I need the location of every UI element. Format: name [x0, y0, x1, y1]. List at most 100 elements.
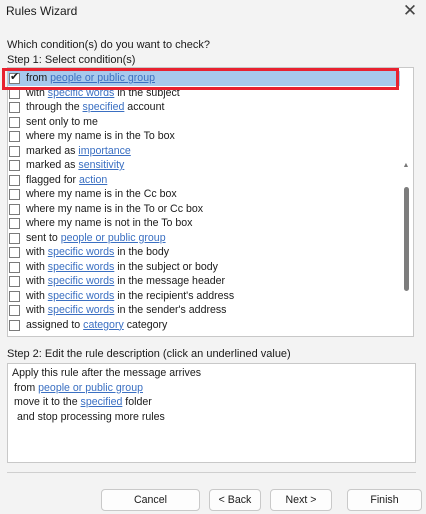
condition-value-link[interactable]: importance — [78, 145, 130, 157]
condition-row[interactable]: with specific words in the body — [8, 245, 400, 260]
condition-value-link[interactable]: specific words — [48, 261, 115, 273]
condition-value-link[interactable]: specified — [83, 101, 125, 113]
condition-text: and stop processing more rules — [17, 410, 165, 423]
condition-label: with specific words in the message heade… — [26, 274, 225, 289]
scrollbar-thumb[interactable] — [404, 187, 409, 291]
cancel-button[interactable]: Cancel — [101, 489, 200, 511]
condition-label: with specific words in the recipient's a… — [26, 289, 234, 304]
finish-button[interactable]: Finish — [347, 489, 422, 511]
condition-row[interactable]: with specific words in the recipient's a… — [8, 289, 400, 304]
condition-checkbox[interactable] — [9, 203, 20, 215]
condition-text: folder — [122, 396, 152, 408]
condition-value-link[interactable]: specific words — [48, 304, 115, 316]
condition-row[interactable]: sent only to me — [8, 115, 400, 130]
condition-label: marked as sensitivity — [26, 158, 124, 173]
condition-text: Apply this rule after the message arrive… — [12, 367, 202, 379]
condition-row[interactable]: where my name is in the To box — [8, 129, 400, 144]
condition-checkbox[interactable] — [9, 116, 20, 128]
condition-label: flagged for action — [26, 173, 107, 188]
condition-row[interactable]: assigned to category category — [8, 318, 400, 333]
condition-text: sent to — [26, 231, 61, 244]
scroll-up-arrow-icon[interactable]: ▲ — [401, 161, 411, 171]
condition-value-link[interactable]: specific words — [48, 275, 115, 287]
conditions-list[interactable]: assigned to category category with specif… — [7, 67, 414, 337]
condition-value-link[interactable]: people or public group — [61, 232, 166, 244]
back-button[interactable]: < Back — [209, 489, 261, 511]
condition-label: where my name is in the To or Cc box — [26, 202, 203, 217]
condition-row[interactable]: through the specified account — [8, 100, 400, 115]
condition-value-link[interactable]: people or public group — [38, 382, 143, 394]
condition-row[interactable]: where my name is in the To or Cc box — [8, 202, 400, 217]
condition-text: account — [124, 101, 165, 113]
condition-text: in the recipient's address — [114, 289, 235, 302]
condition-row[interactable]: with specific words in the subject or bo… — [8, 260, 400, 275]
condition-text: where my name is in the To box — [26, 130, 175, 142]
condition-text: in the body — [114, 246, 170, 258]
condition-row[interactable]: with specific words in the message heade… — [8, 274, 400, 289]
condition-checkbox[interactable] — [9, 174, 20, 186]
condition-checkbox[interactable] — [9, 131, 20, 142]
condition-checkbox[interactable] — [9, 232, 20, 244]
condition-row[interactable]: sent to people or public group — [8, 231, 400, 246]
condition-value-link[interactable]: action — [79, 174, 107, 186]
condition-row[interactable]: marked as sensitivity — [8, 158, 400, 173]
condition-row[interactable]: where my name is in the Cc box — [8, 187, 400, 202]
description-line: Apply this rule after the message arrive… — [12, 366, 201, 380]
condition-text: with — [26, 246, 48, 258]
condition-text: with — [26, 289, 48, 302]
title-bar: Rules Wizard ✕ — [0, 0, 426, 24]
condition-text: where my name is in the Cc box — [26, 188, 177, 200]
condition-value-link[interactable]: specific words — [48, 246, 115, 258]
description-line: move it to the specified folder — [14, 395, 152, 409]
condition-label: where my name is not in the To box — [26, 216, 192, 231]
annotation-highlight-box — [2, 68, 399, 90]
condition-checkbox[interactable] — [9, 247, 20, 258]
condition-text: from — [14, 381, 39, 394]
condition-text: assigned to — [26, 318, 84, 331]
condition-text: marked as — [26, 159, 79, 171]
condition-checkbox[interactable] — [9, 102, 20, 113]
window-title: Rules Wizard — [6, 4, 78, 18]
conditions-prompt: Which condition(s) do you want to check? — [7, 39, 210, 51]
condition-label: with specific words in the subject or bo… — [26, 260, 218, 275]
condition-label: where my name is in the Cc box — [26, 187, 177, 202]
condition-text: in the sender's address — [114, 304, 227, 316]
condition-text: flagged for — [26, 173, 80, 186]
rule-description-box[interactable]: Apply this rule after the message arrive… — [7, 363, 416, 463]
condition-text: through the — [26, 101, 83, 113]
condition-row[interactable]: marked as importance — [8, 144, 400, 159]
description-line: and stop processing more rules — [17, 410, 165, 424]
condition-value-link[interactable]: sensitivity — [78, 159, 124, 171]
next-button[interactable]: Next > — [270, 489, 332, 511]
condition-checkbox[interactable] — [9, 218, 20, 229]
condition-row[interactable]: flagged for action — [8, 173, 400, 188]
condition-value-link[interactable]: category — [83, 319, 124, 331]
condition-row[interactable]: where my name is not in the To box — [8, 216, 400, 231]
condition-row[interactable]: with specific words in the sender's addr… — [8, 303, 400, 318]
condition-checkbox[interactable] — [9, 261, 20, 273]
condition-label: with specific words in the sender's addr… — [26, 303, 226, 318]
condition-checkbox[interactable] — [9, 305, 20, 316]
condition-text: category — [123, 318, 168, 331]
condition-text: move it to the — [14, 396, 81, 408]
separator — [7, 472, 416, 473]
close-icon[interactable]: ✕ — [400, 1, 420, 21]
condition-label: where my name is in the To box — [26, 129, 175, 144]
condition-text: with — [26, 260, 48, 273]
condition-text: in the subject or body — [114, 260, 218, 273]
condition-checkbox[interactable] — [9, 160, 20, 171]
condition-value-link[interactable]: specified — [81, 396, 123, 408]
condition-value-link[interactable]: specific words — [48, 290, 115, 302]
condition-label: with specific words in the body — [26, 245, 169, 260]
condition-checkbox[interactable] — [9, 276, 20, 287]
condition-text: marked as — [26, 144, 79, 157]
condition-label: assigned to category category — [26, 318, 167, 333]
condition-checkbox[interactable] — [9, 290, 20, 302]
conditions-scrollbar[interactable]: ▲ ▼ — [401, 159, 411, 336]
condition-checkbox[interactable] — [9, 319, 20, 331]
condition-checkbox[interactable] — [9, 189, 20, 200]
condition-checkbox[interactable] — [9, 145, 20, 157]
condition-text: in the message header — [114, 275, 226, 287]
condition-label: marked as importance — [26, 144, 131, 159]
condition-label: through the specified account — [26, 100, 164, 115]
